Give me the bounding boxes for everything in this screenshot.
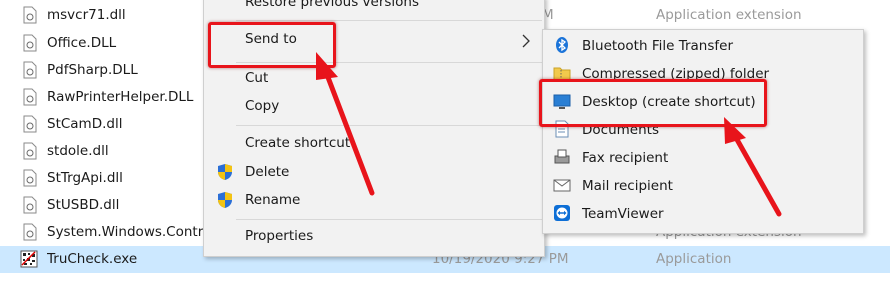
dll-file-icon xyxy=(23,6,37,24)
menu-item-restore-previous-versions[interactable]: Restore previous versions xyxy=(245,0,419,10)
file-name: TruCheck.exe xyxy=(47,251,138,267)
dll-file-icon xyxy=(23,223,37,241)
fax-label: Fax recipient xyxy=(582,150,669,166)
mail-label: Mail recipient xyxy=(582,178,673,194)
uac-shield-icon xyxy=(218,164,232,180)
dll-file-icon xyxy=(23,196,37,214)
trucheck-exe-icon xyxy=(20,250,38,268)
menu-separator xyxy=(236,219,542,220)
menu-item-properties[interactable]: Properties xyxy=(245,228,313,244)
rename-label: Rename xyxy=(245,192,301,208)
send-to-highlight-box xyxy=(208,22,336,68)
teamviewer-icon xyxy=(554,205,570,221)
file-name: StCamD.dll xyxy=(47,116,123,132)
file-type: Application xyxy=(656,251,732,267)
dll-file-icon xyxy=(23,61,37,79)
file-name: stdole.dll xyxy=(47,143,109,159)
bluetooth-label: Bluetooth File Transfer xyxy=(582,38,733,54)
send-to-bluetooth[interactable]: Bluetooth File Transfer xyxy=(553,35,853,59)
send-to-fax[interactable]: Fax recipient xyxy=(553,147,853,171)
menu-item-copy[interactable]: Copy xyxy=(245,98,279,114)
dll-file-icon xyxy=(23,115,37,133)
dll-file-icon xyxy=(23,169,37,187)
file-name: PdfSharp.DLL xyxy=(47,62,138,78)
file-name: StTrgApi.dll xyxy=(47,170,123,186)
dll-file-icon xyxy=(23,34,37,52)
menu-item-cut[interactable]: Cut xyxy=(245,70,268,86)
dll-file-icon xyxy=(23,88,37,106)
file-name: Office.DLL xyxy=(47,35,117,51)
dll-file-icon xyxy=(23,142,37,160)
menu-item-delete[interactable]: Delete xyxy=(214,162,534,184)
file-name: System.Windows.Controls xyxy=(47,224,203,240)
send-to-mail[interactable]: Mail recipient xyxy=(553,175,853,199)
file-name: RawPrinterHelper.DLL xyxy=(47,89,194,105)
delete-label: Delete xyxy=(245,164,290,180)
menu-item-rename[interactable]: Rename xyxy=(214,190,534,212)
desktop-shortcut-highlight-box xyxy=(539,79,767,127)
fax-icon xyxy=(554,149,570,164)
file-type: Application extension xyxy=(656,7,802,23)
menu-separator xyxy=(236,20,542,21)
file-name: StUSBD.dll xyxy=(47,197,120,213)
mail-icon xyxy=(553,179,571,192)
uac-shield-icon xyxy=(218,192,232,208)
teamviewer-label: TeamViewer xyxy=(582,206,664,222)
send-to-submenu: Bluetooth File Transfer Compressed (zipp… xyxy=(542,29,864,234)
menu-item-create-shortcut[interactable]: Create shortcut xyxy=(245,135,350,151)
bluetooth-icon xyxy=(556,37,568,53)
menu-separator xyxy=(236,125,542,126)
chevron-right-icon xyxy=(522,34,530,48)
send-to-teamviewer[interactable]: TeamViewer xyxy=(553,203,853,227)
file-name: msvcr71.dll xyxy=(47,7,126,23)
